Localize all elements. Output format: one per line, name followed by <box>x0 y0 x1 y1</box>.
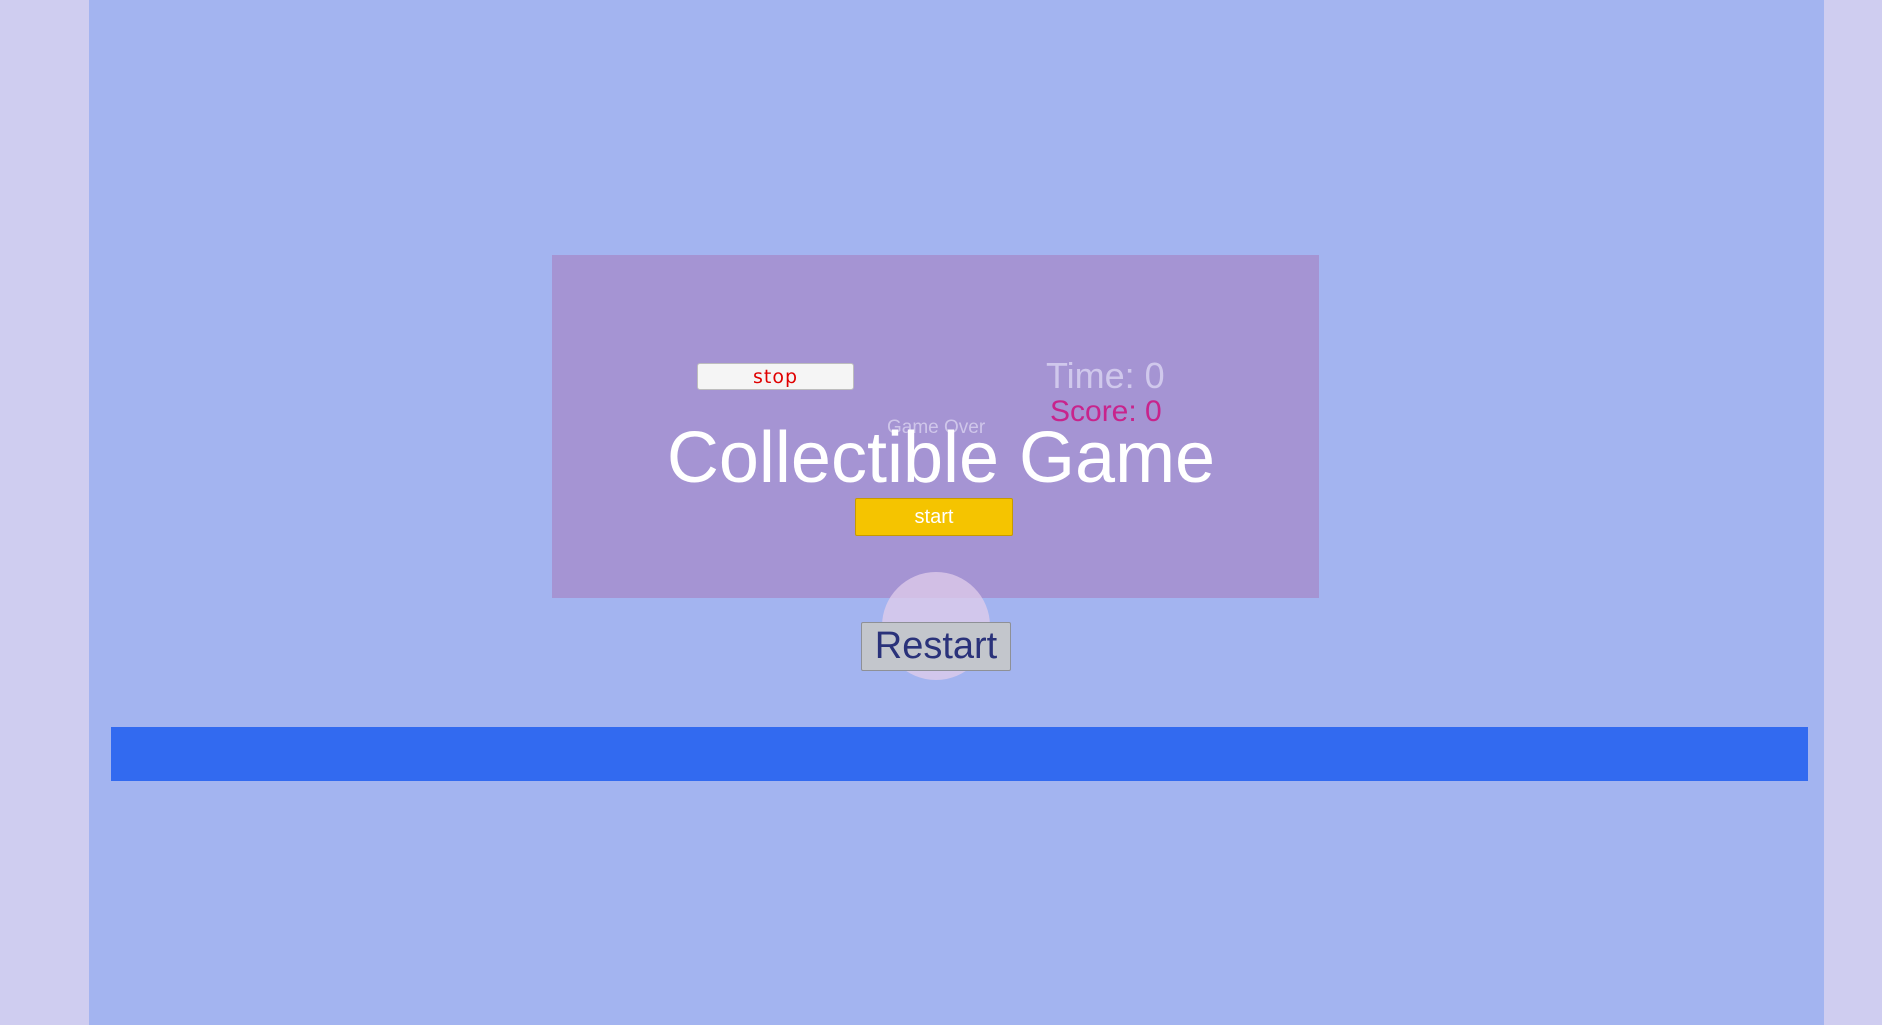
game-panel: stop Time: 0 Score: 0 Game Over Collecti… <box>552 255 1319 598</box>
stop-button[interactable]: stop <box>697 363 854 390</box>
ground-platform <box>111 727 1808 781</box>
game-stage: stop Time: 0 Score: 0 Game Over Collecti… <box>89 0 1824 1025</box>
restart-button[interactable]: Restart <box>861 622 1011 671</box>
time-display: Time: 0 <box>1046 355 1165 396</box>
start-button[interactable]: start <box>855 498 1013 536</box>
game-title: Collectible Game <box>666 418 1216 498</box>
